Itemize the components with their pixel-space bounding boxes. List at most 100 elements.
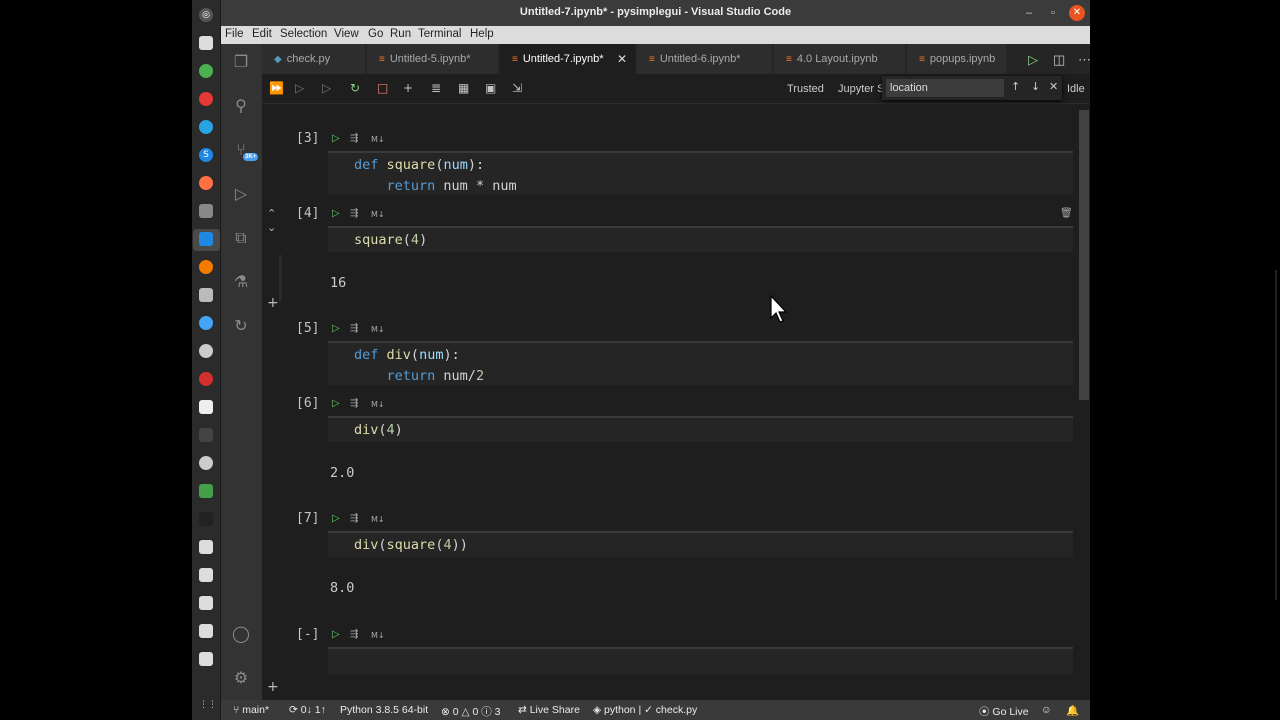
- dock-terminal-icon[interactable]: [199, 428, 213, 442]
- tab-layout-notebook[interactable]: ≡ 4.0 Layout.ipynb: [774, 44, 906, 74]
- markdown-toggle-icon[interactable]: M↓: [371, 631, 385, 640]
- go-live-button[interactable]: ⦿ Go Live: [979, 704, 1029, 719]
- menu-run[interactable]: Run: [390, 28, 411, 40]
- run-by-line-icon[interactable]: ⇶: [350, 513, 358, 524]
- tab-untitled-7[interactable]: ≡ Untitled-7.ipynb* ✕: [500, 44, 636, 74]
- run-cell-icon[interactable]: ▷: [332, 398, 340, 409]
- close-find-icon[interactable]: ✕: [1049, 80, 1058, 93]
- markdown-toggle-icon[interactable]: M↓: [371, 210, 385, 219]
- run-above-icon[interactable]: ▷: [295, 81, 304, 95]
- markdown-toggle-icon[interactable]: M↓: [371, 400, 385, 409]
- next-match-icon[interactable]: ↓: [1031, 80, 1040, 93]
- add-cell-icon[interactable]: +: [267, 679, 279, 695]
- dock-chrome-icon[interactable]: [199, 64, 213, 78]
- markdown-toggle-icon[interactable]: M↓: [371, 515, 385, 524]
- run-all-icon[interactable]: ⏩: [269, 81, 284, 95]
- sync-indicator[interactable]: ⟳ 0↓ 1↑: [289, 704, 326, 716]
- vertical-scrollbar[interactable]: [1079, 110, 1089, 400]
- code-cell[interactable]: def square(num): return num * num: [328, 151, 1073, 195]
- menu-edit[interactable]: Edit: [252, 28, 272, 40]
- delete-cell-icon[interactable]: 🗑: [1060, 208, 1073, 219]
- save-icon[interactable]: ▣: [485, 81, 496, 95]
- code-cell[interactable]: div(4): [328, 416, 1073, 442]
- variables-icon[interactable]: ▦: [458, 81, 469, 95]
- menu-go[interactable]: Go: [368, 28, 383, 40]
- run-cell-icon[interactable]: ▷: [332, 133, 340, 144]
- notifications-bell-icon[interactable]: 🔔: [1066, 704, 1079, 717]
- dock-skype-icon[interactable]: S: [199, 148, 213, 162]
- python-interpreter[interactable]: Python 3.8.5 64-bit: [340, 704, 428, 716]
- dock-drive3-icon[interactable]: [199, 596, 213, 610]
- problems-indicator[interactable]: ⊗ 0 △ 0 ⓘ 3: [441, 704, 501, 719]
- dock-app2-icon[interactable]: [199, 260, 213, 274]
- extensions-icon[interactable]: ⧉: [231, 228, 251, 248]
- dock-app4-icon[interactable]: [199, 316, 213, 330]
- run-debug-icon[interactable]: ▷: [231, 184, 251, 204]
- maximize-icon[interactable]: ▫: [1045, 5, 1061, 21]
- dock-app7-icon[interactable]: [199, 512, 213, 526]
- code-cell[interactable]: square(4): [328, 226, 1073, 252]
- menu-terminal[interactable]: Terminal: [418, 28, 461, 40]
- tab-untitled-5[interactable]: ≡ Untitled-5.ipynb*: [367, 44, 499, 74]
- previous-match-icon[interactable]: ↑: [1011, 80, 1020, 93]
- split-editor-icon[interactable]: ◫: [1053, 52, 1065, 68]
- code-cell[interactable]: [328, 647, 1073, 675]
- add-cell-icon[interactable]: +: [403, 81, 413, 95]
- dock-app3-icon[interactable]: [199, 288, 213, 302]
- minimize-icon[interactable]: –: [1021, 5, 1037, 21]
- dock-vscode-icon[interactable]: [199, 232, 213, 246]
- run-by-line-icon[interactable]: ⇶: [350, 208, 358, 219]
- markdown-toggle-icon[interactable]: M↓: [371, 135, 385, 144]
- kernel-label[interactable]: Jupyter S: [838, 83, 884, 95]
- run-below-icon[interactable]: ▷: [322, 81, 331, 95]
- clear-outputs-icon[interactable]: ≣: [431, 81, 441, 95]
- trusted-label[interactable]: Trusted: [787, 83, 824, 95]
- tab-popups[interactable]: ≡ popups.ipynb: [907, 44, 1007, 74]
- code-cell[interactable]: div(square(4)): [328, 531, 1073, 557]
- code-cell[interactable]: def div(num): return num/2: [328, 341, 1073, 385]
- close-tab-icon[interactable]: ✕: [617, 44, 627, 74]
- menu-file[interactable]: File: [225, 28, 244, 40]
- menu-view[interactable]: View: [334, 28, 359, 40]
- restart-kernel-icon[interactable]: ↻: [350, 81, 360, 95]
- dock-app-icon[interactable]: [199, 204, 213, 218]
- run-by-line-icon[interactable]: ⇶: [350, 323, 358, 334]
- dock-settings-icon[interactable]: ◎: [199, 8, 213, 22]
- dock-drive2-icon[interactable]: [199, 568, 213, 582]
- run-cell-icon[interactable]: ▷: [332, 208, 340, 219]
- run-by-line-icon[interactable]: ⇶: [350, 629, 358, 640]
- move-cell-up-icon[interactable]: ⌃: [267, 207, 276, 220]
- move-cell-down-icon[interactable]: ⌄: [267, 221, 276, 234]
- explorer-icon[interactable]: ❐: [231, 52, 251, 72]
- run-cell-icon[interactable]: ▷: [332, 323, 340, 334]
- tab-check-py[interactable]: ◆ check.py: [262, 44, 366, 74]
- dock-opera-icon[interactable]: [199, 372, 213, 386]
- dock-drive4-icon[interactable]: [199, 624, 213, 638]
- live-share-button[interactable]: ⇄ Live Share: [518, 704, 580, 716]
- add-cell-icon[interactable]: +: [267, 295, 279, 311]
- export-icon[interactable]: ⇲: [512, 81, 522, 95]
- run-by-line-icon[interactable]: ⇶: [350, 133, 358, 144]
- interrupt-kernel-icon[interactable]: □: [377, 81, 388, 95]
- more-actions-icon[interactable]: ⋯: [1078, 52, 1091, 68]
- context-indicator[interactable]: ◈ python | ✓ check.py: [593, 704, 697, 716]
- testing-icon[interactable]: ⚗: [231, 272, 251, 292]
- run-cell-icon[interactable]: ▷: [332, 513, 340, 524]
- dock-app5-icon[interactable]: [199, 344, 213, 358]
- dock-editor-icon[interactable]: [199, 400, 213, 414]
- run-cell-icon[interactable]: ▷: [332, 629, 340, 640]
- tab-untitled-6[interactable]: ≡ Untitled-6.ipynb*: [637, 44, 773, 74]
- dock-app6-icon[interactable]: [199, 456, 213, 470]
- show-apps-icon[interactable]: ⋮⋮: [199, 698, 217, 712]
- remote-explorer-icon[interactable]: ↻: [231, 316, 251, 336]
- manage-gear-icon[interactable]: ⚙: [231, 668, 251, 688]
- find-input[interactable]: [886, 79, 1004, 97]
- close-window-icon[interactable]: ✕: [1069, 5, 1085, 21]
- dock-firefox-icon[interactable]: [199, 176, 213, 190]
- dock-youtube-icon[interactable]: [199, 92, 213, 106]
- accounts-icon[interactable]: ◯: [231, 624, 251, 644]
- dock-drive5-icon[interactable]: [199, 652, 213, 666]
- dock-files-icon[interactable]: [199, 36, 213, 50]
- dock-drive1-icon[interactable]: [199, 540, 213, 554]
- search-icon[interactable]: ⚲: [231, 96, 251, 116]
